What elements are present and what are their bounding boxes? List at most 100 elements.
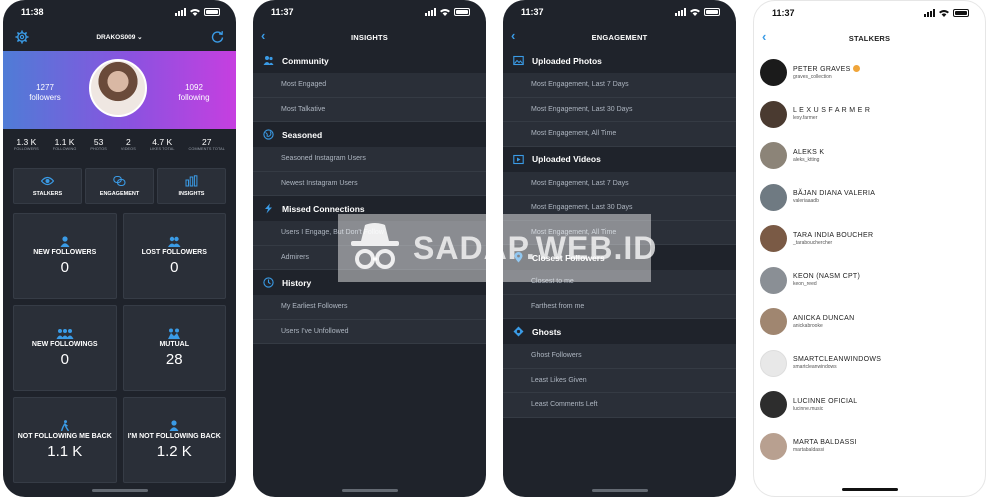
card-value: 0 xyxy=(60,259,69,276)
user-name: LUCINNE OFICIAL xyxy=(793,397,858,405)
section-label: History xyxy=(282,277,312,288)
walking-icon xyxy=(60,420,69,431)
signal-icon xyxy=(675,8,686,16)
section-ghosts: Ghosts xyxy=(503,319,736,344)
list-item[interactable]: Newest Instagram Users xyxy=(253,171,486,196)
avatar xyxy=(760,100,787,128)
status-icons xyxy=(175,8,220,16)
tab-insights[interactable]: INSIGHTS xyxy=(157,168,226,204)
following-summary: 1092 following xyxy=(164,83,224,103)
user-handle: valeriaaadb xyxy=(793,198,819,205)
avatar xyxy=(760,225,787,253)
clock-icon xyxy=(263,277,274,288)
status-bar: 11:37 xyxy=(253,0,486,24)
people-icon xyxy=(168,236,181,247)
user-row[interactable]: MARTA BALDASSI martabaldassi xyxy=(754,426,985,468)
user-row[interactable]: L E X U S F A R M E Rlexy.farmer xyxy=(754,94,985,136)
back-chevron-icon[interactable]: ‹ xyxy=(762,30,767,44)
user-row[interactable]: TARA INDIA BOUCHER _tarabouchercher xyxy=(754,218,985,260)
list-item[interactable]: Most Engagement, All Time xyxy=(503,122,736,147)
list-item[interactable]: Most Engaged xyxy=(253,73,486,98)
bar-chart-icon xyxy=(185,175,198,187)
user-row[interactable]: LUCINNE OFICIAL lucinne.music xyxy=(754,384,985,426)
avatar xyxy=(760,308,787,336)
tab-stalkers[interactable]: STALKERS xyxy=(13,168,82,204)
list-item[interactable]: Most Engagement, Last 30 Days xyxy=(503,97,736,122)
profile-hero: 1277 followers 1092 following xyxy=(3,51,236,129)
stat-value: 4.7 K xyxy=(152,137,173,147)
stat-value: 27 xyxy=(202,137,212,147)
user-row[interactable]: KEON (NASM CPT) keon_reed xyxy=(754,260,985,302)
card-title: NEW FOLLOWINGS xyxy=(31,341,98,348)
list-item[interactable]: My Earliest Followers xyxy=(253,295,486,320)
user-row[interactable]: SMARTCLEANWINDOWS smartcleanwindows xyxy=(754,343,985,385)
gear-icon[interactable] xyxy=(15,30,29,44)
card-lost-followers[interactable]: LOST FOLLOWERS 0 xyxy=(122,213,226,299)
card-new-followers[interactable]: NEW FOLLOWERS 0 xyxy=(13,213,117,299)
user-row[interactable]: PETER GRAVES graves_collection xyxy=(754,52,985,94)
stat-videos: 2 VIDEOS xyxy=(121,137,136,151)
username-dropdown[interactable]: DRAKOS009 ⌄ xyxy=(96,33,142,41)
card-not-following-back[interactable]: I'M NOT FOLLOWING BACK 1.2 K xyxy=(122,397,226,483)
status-bar: 11:37 xyxy=(754,1,985,25)
card-mutual[interactable]: MUTUAL 28 xyxy=(122,305,226,391)
clock: 11:37 xyxy=(772,8,795,18)
tab-engagement[interactable]: ENGAGEMENT xyxy=(85,168,154,204)
stat-likes: 4.7 K LIKES TOTAL xyxy=(150,137,175,151)
stalkers-phone: 11:37 ‹ STALKERS PETER GRAVES graves_coll… xyxy=(753,0,986,497)
stat-value: 1.1 K xyxy=(54,137,75,147)
list-item[interactable]: Most Engagement, Last 7 Days xyxy=(503,171,736,196)
top-bar: DRAKOS009 ⌄ xyxy=(3,24,236,50)
section-label: Uploaded Videos xyxy=(532,154,601,164)
user-row[interactable]: BĂJAN DIANA VALERIA valeriaaadb xyxy=(754,177,985,219)
list-item[interactable]: Users I've Unfollowed xyxy=(253,319,486,344)
card-value: 1.1 K xyxy=(47,443,83,460)
refresh-icon[interactable] xyxy=(211,30,224,43)
video-icon xyxy=(513,154,524,164)
card-not-following-me-back[interactable]: NOT FOLLOWING ME BACK 1.1 K xyxy=(13,397,117,483)
back-chevron-icon[interactable]: ‹ xyxy=(511,29,516,43)
user-name: KEON (NASM CPT) xyxy=(793,273,861,281)
list-item[interactable]: Least Likes Given xyxy=(503,368,736,393)
user-name: PETER GRAVES xyxy=(793,65,860,73)
page-title: ENGAGEMENT xyxy=(591,32,648,42)
watermark-text: SADAP.WEB.ID xyxy=(413,230,658,266)
spy-hat-icon xyxy=(351,223,399,269)
stat-value: 2 xyxy=(126,137,131,147)
back-chevron-icon[interactable]: ‹ xyxy=(261,29,266,43)
card-value: 1.2 K xyxy=(156,443,192,460)
tab-label: STALKERS xyxy=(32,191,63,197)
ghost-icon xyxy=(513,326,524,337)
user-handle: keon_reed xyxy=(793,281,817,288)
section-seasoned: Seasoned xyxy=(253,122,486,147)
nav-bar: ‹ ENGAGEMENT xyxy=(503,26,736,48)
card-title: MUTUAL xyxy=(159,341,190,348)
list-item[interactable]: Least Comments Left xyxy=(503,393,736,418)
section-community: Community xyxy=(253,48,486,73)
emoji-icon xyxy=(852,65,860,73)
list-item[interactable]: Farthest from me xyxy=(503,294,736,319)
group-icon xyxy=(56,329,74,339)
user-name: BĂJAN DIANA VALERIA xyxy=(793,190,876,198)
battery-icon xyxy=(454,8,470,16)
card-new-followings[interactable]: NEW FOLLOWINGS 0 xyxy=(13,305,117,391)
user-name: MARTA BALDASSI xyxy=(793,439,857,447)
user-handle: lexy.farmer xyxy=(793,115,818,122)
home-indicator xyxy=(591,489,648,492)
user-row[interactable]: ANICKA DUNCAN anickabrooke xyxy=(754,301,985,343)
insights-list: Community Most Engaged Most Talkative Se… xyxy=(253,48,486,344)
lightning-icon xyxy=(265,203,272,214)
wifi-icon xyxy=(690,9,700,16)
stat-followers: 1.3 K FOLLOWERS xyxy=(14,137,39,151)
list-item[interactable]: Most Engagement, Last 7 Days xyxy=(503,73,736,98)
status-bar: 11:37 xyxy=(503,0,736,24)
status-icons xyxy=(425,8,470,16)
list-item[interactable]: Ghost Followers xyxy=(503,344,736,369)
chat-bubbles-icon xyxy=(113,175,126,187)
avatar xyxy=(760,391,787,419)
section-uploaded-videos: Uploaded Videos xyxy=(503,147,736,172)
stat-label: VIDEOS xyxy=(120,147,136,151)
user-row[interactable]: ALEKS Kaleks_ktting xyxy=(754,135,985,177)
list-item[interactable]: Most Talkative xyxy=(253,97,486,122)
list-item[interactable]: Seasoned Instagram Users xyxy=(253,147,486,172)
